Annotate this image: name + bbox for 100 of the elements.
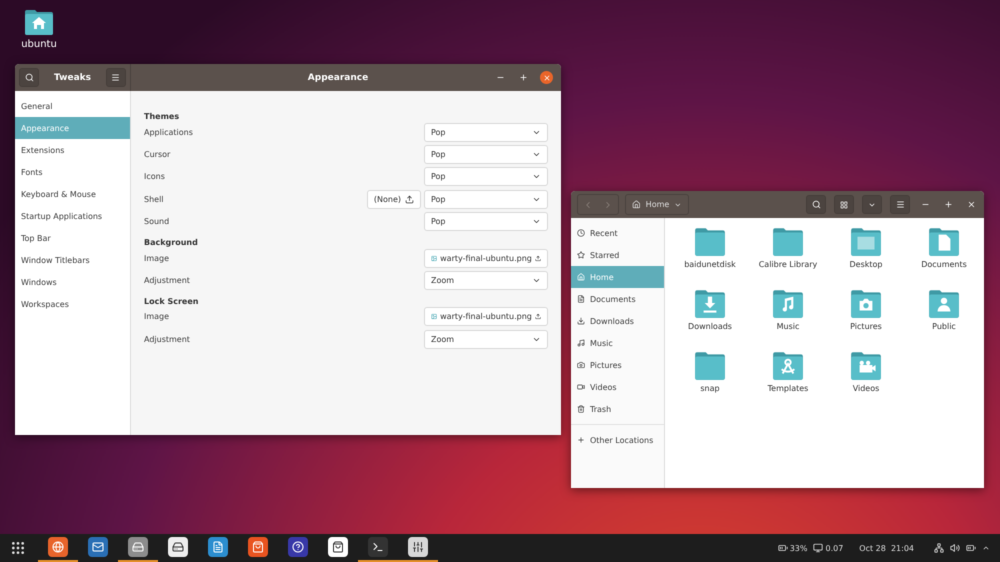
places-item[interactable]: Recent <box>571 222 664 244</box>
globe-icon <box>52 541 64 553</box>
sidebar-item[interactable]: Fonts <box>15 161 130 183</box>
sidebar-item[interactable]: Extensions <box>15 139 130 161</box>
star-icon <box>577 251 585 259</box>
setting-label: Image <box>144 312 170 322</box>
battery-text: 33% <box>790 544 808 552</box>
sidebar-item[interactable]: General <box>15 95 130 117</box>
clock-icon <box>577 229 585 237</box>
home-icon <box>577 273 585 281</box>
music-icon <box>577 339 585 347</box>
file-label: Videos <box>852 384 880 394</box>
sidebar-item[interactable]: Startup Applications <box>15 205 130 227</box>
file-label: baidunetdisk <box>683 260 737 270</box>
section-title: Lock Screen <box>144 296 200 306</box>
close-button[interactable] <box>540 71 553 84</box>
caret-icon[interactable] <box>982 544 990 552</box>
grid-icon <box>840 200 848 208</box>
dropdown[interactable]: Zoom <box>424 330 548 349</box>
dropdown[interactable]: Pop <box>424 167 548 186</box>
menu-button[interactable] <box>890 195 910 214</box>
search-icon <box>24 73 34 82</box>
file-chooser-button[interactable]: (None) <box>366 190 421 209</box>
home-icon <box>632 200 641 209</box>
places-item[interactable]: Documents <box>571 288 664 310</box>
file-label: Templates <box>766 384 810 394</box>
desktop-icon-label: ubuntu <box>21 39 57 50</box>
places-item[interactable]: Videos <box>571 376 664 398</box>
camera-icon <box>577 361 585 369</box>
sidebar-item[interactable]: Window Titlebars <box>15 249 130 271</box>
upload-icon <box>534 312 541 322</box>
setting-label: Adjustment <box>144 276 191 286</box>
setting-label: Applications <box>144 128 194 137</box>
upload-icon <box>534 254 541 263</box>
monitor-icon <box>813 543 824 553</box>
places-item[interactable]: Starred <box>571 244 664 266</box>
places-item[interactable]: Downloads <box>571 310 664 332</box>
dropdown[interactable]: Pop <box>424 122 548 142</box>
file-label: Desktop <box>848 260 884 270</box>
file-label: Pictures <box>849 322 883 332</box>
maximize-icon <box>519 73 528 82</box>
drive-icon <box>132 541 144 553</box>
load-text: 0.07 <box>825 544 844 552</box>
sidebar-item[interactable]: Workspaces <box>15 293 130 315</box>
close-icon <box>542 74 550 82</box>
dropdown[interactable]: Pop <box>424 145 548 164</box>
bag-icon <box>252 541 264 553</box>
setting-label: Cursor <box>144 150 172 160</box>
video-icon <box>577 383 585 391</box>
plus-icon <box>577 436 585 444</box>
file-label: Calibre Library <box>758 260 818 270</box>
image-icon <box>431 312 438 322</box>
places-item[interactable]: Music <box>571 332 664 354</box>
drive-icon <box>172 541 184 553</box>
clock[interactable]: Oct 28 21:04 <box>859 544 914 552</box>
path-button[interactable]: Home <box>625 194 689 215</box>
dock-app[interactable] <box>398 534 438 562</box>
places-item[interactable]: Trash <box>571 398 664 420</box>
dock-app[interactable] <box>118 534 158 562</box>
volume-icon[interactable] <box>950 543 960 553</box>
sidebar-item[interactable]: Windows <box>15 271 130 293</box>
setting-label: Image <box>144 254 170 263</box>
battery-icon <box>778 543 788 553</box>
file-label: Downloads <box>687 322 733 332</box>
search-icon <box>812 200 820 209</box>
battery-icon[interactable] <box>966 543 976 553</box>
app-grid-icon[interactable] <box>10 540 26 556</box>
search-button[interactable] <box>19 68 39 87</box>
sidebar-item[interactable]: Top Bar <box>15 227 130 249</box>
upload-icon <box>405 194 414 204</box>
home-folder-icon[interactable] <box>23 8 55 36</box>
dropdown[interactable]: Zoom <box>424 271 548 290</box>
download-icon <box>577 317 585 325</box>
view-button[interactable] <box>834 195 854 214</box>
section-title: Themes <box>144 111 180 121</box>
maximize-icon <box>944 200 953 209</box>
setting-label: Adjustment <box>144 334 191 344</box>
file-chooser-button[interactable]: warty-final-ubuntu.png <box>424 307 548 326</box>
sidebar-item[interactable]: Keyboard & Mouse <box>15 183 130 205</box>
dropdown[interactable]: Pop <box>424 190 548 209</box>
setting-label: Icons <box>144 172 166 182</box>
file-chooser-button[interactable]: warty-final-ubuntu.png <box>424 248 548 268</box>
caret-icon <box>674 200 682 208</box>
file-label: Music <box>776 322 800 332</box>
menu-button[interactable] <box>106 68 126 87</box>
places-item[interactable]: Pictures <box>571 354 664 376</box>
help-icon <box>292 541 304 553</box>
section-title: Background <box>144 236 199 247</box>
places-item[interactable]: Other Locations <box>571 429 664 451</box>
search-button[interactable] <box>806 195 826 214</box>
sliders-icon <box>412 541 424 553</box>
document-icon <box>212 541 224 553</box>
mail-icon <box>92 541 104 553</box>
file-label: Public <box>931 322 957 332</box>
file-label: Documents <box>920 260 968 270</box>
dock-app[interactable] <box>38 534 78 562</box>
dropdown[interactable]: Pop <box>424 212 548 232</box>
dock-app[interactable] <box>358 534 398 562</box>
network-icon[interactable] <box>934 543 944 553</box>
terminal-icon <box>372 541 384 553</box>
